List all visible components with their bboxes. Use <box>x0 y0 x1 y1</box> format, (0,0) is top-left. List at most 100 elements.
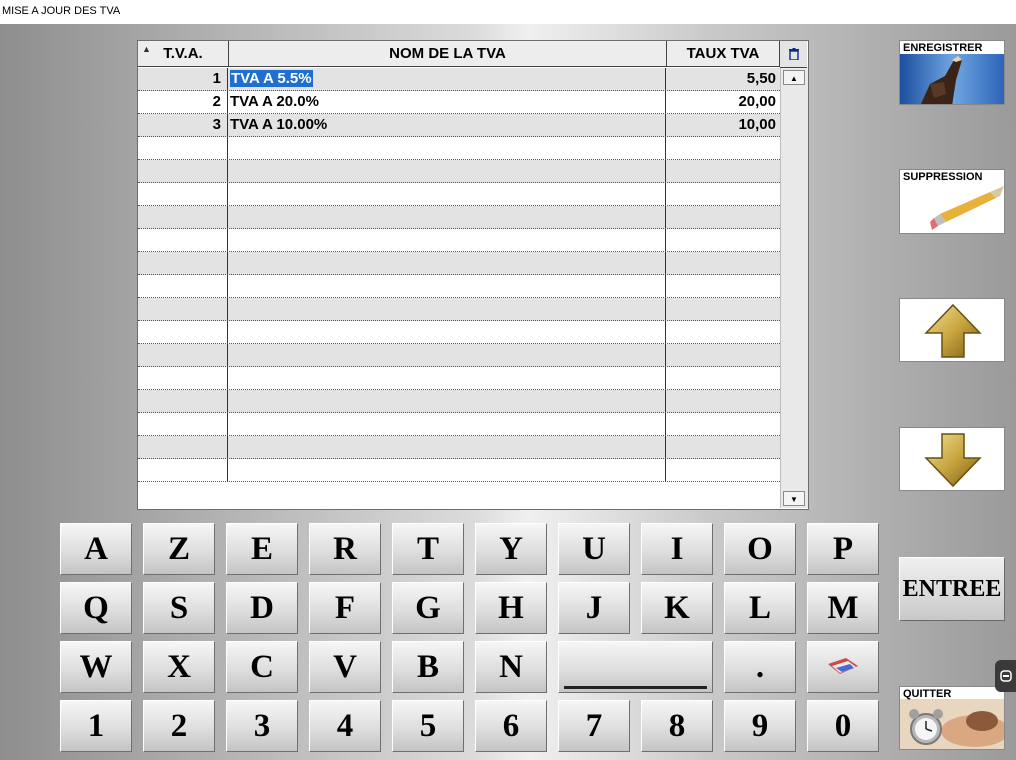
table-row[interactable] <box>138 183 780 206</box>
key-m[interactable]: M <box>807 582 879 634</box>
flag-key[interactable] <box>807 641 879 693</box>
cell-rate[interactable] <box>666 321 780 343</box>
scroll-down-icon[interactable]: ▼ <box>783 491 805 506</box>
table-row[interactable] <box>138 137 780 160</box>
cell-name[interactable] <box>228 459 666 481</box>
cell-name[interactable] <box>228 413 666 435</box>
table-row[interactable] <box>138 229 780 252</box>
key-b[interactable]: B <box>392 641 464 693</box>
key-s[interactable]: S <box>143 582 215 634</box>
cell-id[interactable] <box>138 298 228 320</box>
key-h[interactable]: H <box>475 582 547 634</box>
cell-name[interactable] <box>228 160 666 182</box>
key-y[interactable]: Y <box>475 523 547 575</box>
key-w[interactable]: W <box>60 641 132 693</box>
cell-rate[interactable] <box>666 436 780 458</box>
key-2[interactable]: 2 <box>143 700 215 752</box>
cell-id[interactable] <box>138 436 228 458</box>
key-1[interactable]: 1 <box>60 700 132 752</box>
table-row[interactable] <box>138 275 780 298</box>
cell-name[interactable] <box>228 298 666 320</box>
column-header-rate[interactable]: TAUX TVA <box>667 41 780 67</box>
key-dot[interactable]: . <box>724 641 796 693</box>
key-i[interactable]: I <box>641 523 713 575</box>
table-row[interactable]: 3 TVA A 10.00% 10,00 <box>138 114 780 137</box>
key-8[interactable]: 8 <box>641 700 713 752</box>
cell-rate[interactable]: 5,50 <box>666 68 780 90</box>
key-g[interactable]: G <box>392 582 464 634</box>
cell-rate[interactable]: 10,00 <box>666 114 780 136</box>
cell-rate[interactable]: 20,00 <box>666 91 780 113</box>
table-row[interactable] <box>138 344 780 367</box>
trash-icon[interactable] <box>780 41 807 68</box>
key-p[interactable]: P <box>807 523 879 575</box>
cell-rate[interactable] <box>666 252 780 274</box>
key-6[interactable]: 6 <box>475 700 547 752</box>
key-4[interactable]: 4 <box>309 700 381 752</box>
cell-id[interactable] <box>138 137 228 159</box>
cell-id[interactable]: 2 <box>138 91 228 113</box>
key-v[interactable]: V <box>309 641 381 693</box>
table-row[interactable] <box>138 367 780 390</box>
key-k[interactable]: K <box>641 582 713 634</box>
cell-rate[interactable] <box>666 160 780 182</box>
key-9[interactable]: 9 <box>724 700 796 752</box>
table-row[interactable] <box>138 252 780 275</box>
key-o[interactable]: O <box>724 523 796 575</box>
table-row[interactable]: 2 TVA A 20.0% 20,00 <box>138 91 780 114</box>
save-button[interactable]: ENREGISTRER <box>899 40 1005 105</box>
cell-rate[interactable] <box>666 344 780 366</box>
side-tab-icon[interactable] <box>995 660 1016 692</box>
cell-rate[interactable] <box>666 413 780 435</box>
key-0[interactable]: 0 <box>807 700 879 752</box>
vertical-scrollbar[interactable]: ▲ ▼ <box>780 68 808 508</box>
table-row[interactable] <box>138 321 780 344</box>
key-r[interactable]: R <box>309 523 381 575</box>
table-row[interactable] <box>138 298 780 321</box>
enter-button[interactable]: ENTREE <box>899 557 1005 621</box>
cell-id[interactable] <box>138 229 228 251</box>
column-header-id[interactable]: ▲ T.V.A. <box>138 41 229 67</box>
delete-button[interactable]: SUPPRESSION <box>899 169 1005 234</box>
cell-id[interactable] <box>138 344 228 366</box>
column-header-name[interactable]: NOM DE LA TVA <box>229 41 667 67</box>
cell-id[interactable]: 1 <box>138 68 228 90</box>
table-row[interactable] <box>138 206 780 229</box>
key-x[interactable]: X <box>143 641 215 693</box>
cell-name[interactable] <box>228 252 666 274</box>
key-z[interactable]: Z <box>143 523 215 575</box>
cell-rate[interactable] <box>666 390 780 412</box>
cell-rate[interactable] <box>666 367 780 389</box>
cell-rate[interactable] <box>666 229 780 251</box>
cell-id[interactable] <box>138 160 228 182</box>
cell-name[interactable] <box>228 321 666 343</box>
cell-id[interactable] <box>138 390 228 412</box>
cell-name[interactable]: TVA A 20.0% <box>228 91 666 113</box>
cell-name[interactable] <box>228 344 666 366</box>
cell-id[interactable] <box>138 275 228 297</box>
cell-id[interactable] <box>138 183 228 205</box>
table-row[interactable] <box>138 160 780 183</box>
cell-id[interactable] <box>138 459 228 481</box>
key-f[interactable]: F <box>309 582 381 634</box>
cell-id[interactable]: 3 <box>138 114 228 136</box>
space-key[interactable] <box>558 641 713 693</box>
key-q[interactable]: Q <box>60 582 132 634</box>
scroll-up-icon[interactable]: ▲ <box>783 70 805 85</box>
cell-rate[interactable] <box>666 275 780 297</box>
key-n[interactable]: N <box>475 641 547 693</box>
key-3[interactable]: 3 <box>226 700 298 752</box>
cell-name[interactable]: TVA A 10.00% <box>228 114 666 136</box>
cell-name[interactable] <box>228 275 666 297</box>
cell-id[interactable] <box>138 252 228 274</box>
cell-name[interactable]: TVA A 5.5% <box>228 68 666 90</box>
table-row[interactable]: 1 TVA A 5.5% 5,50 <box>138 68 780 91</box>
table-row[interactable] <box>138 459 780 482</box>
cell-rate[interactable] <box>666 183 780 205</box>
cell-name[interactable] <box>228 137 666 159</box>
table-row[interactable] <box>138 390 780 413</box>
cell-id[interactable] <box>138 206 228 228</box>
key-e[interactable]: E <box>226 523 298 575</box>
cell-name[interactable] <box>228 183 666 205</box>
cell-id[interactable] <box>138 413 228 435</box>
